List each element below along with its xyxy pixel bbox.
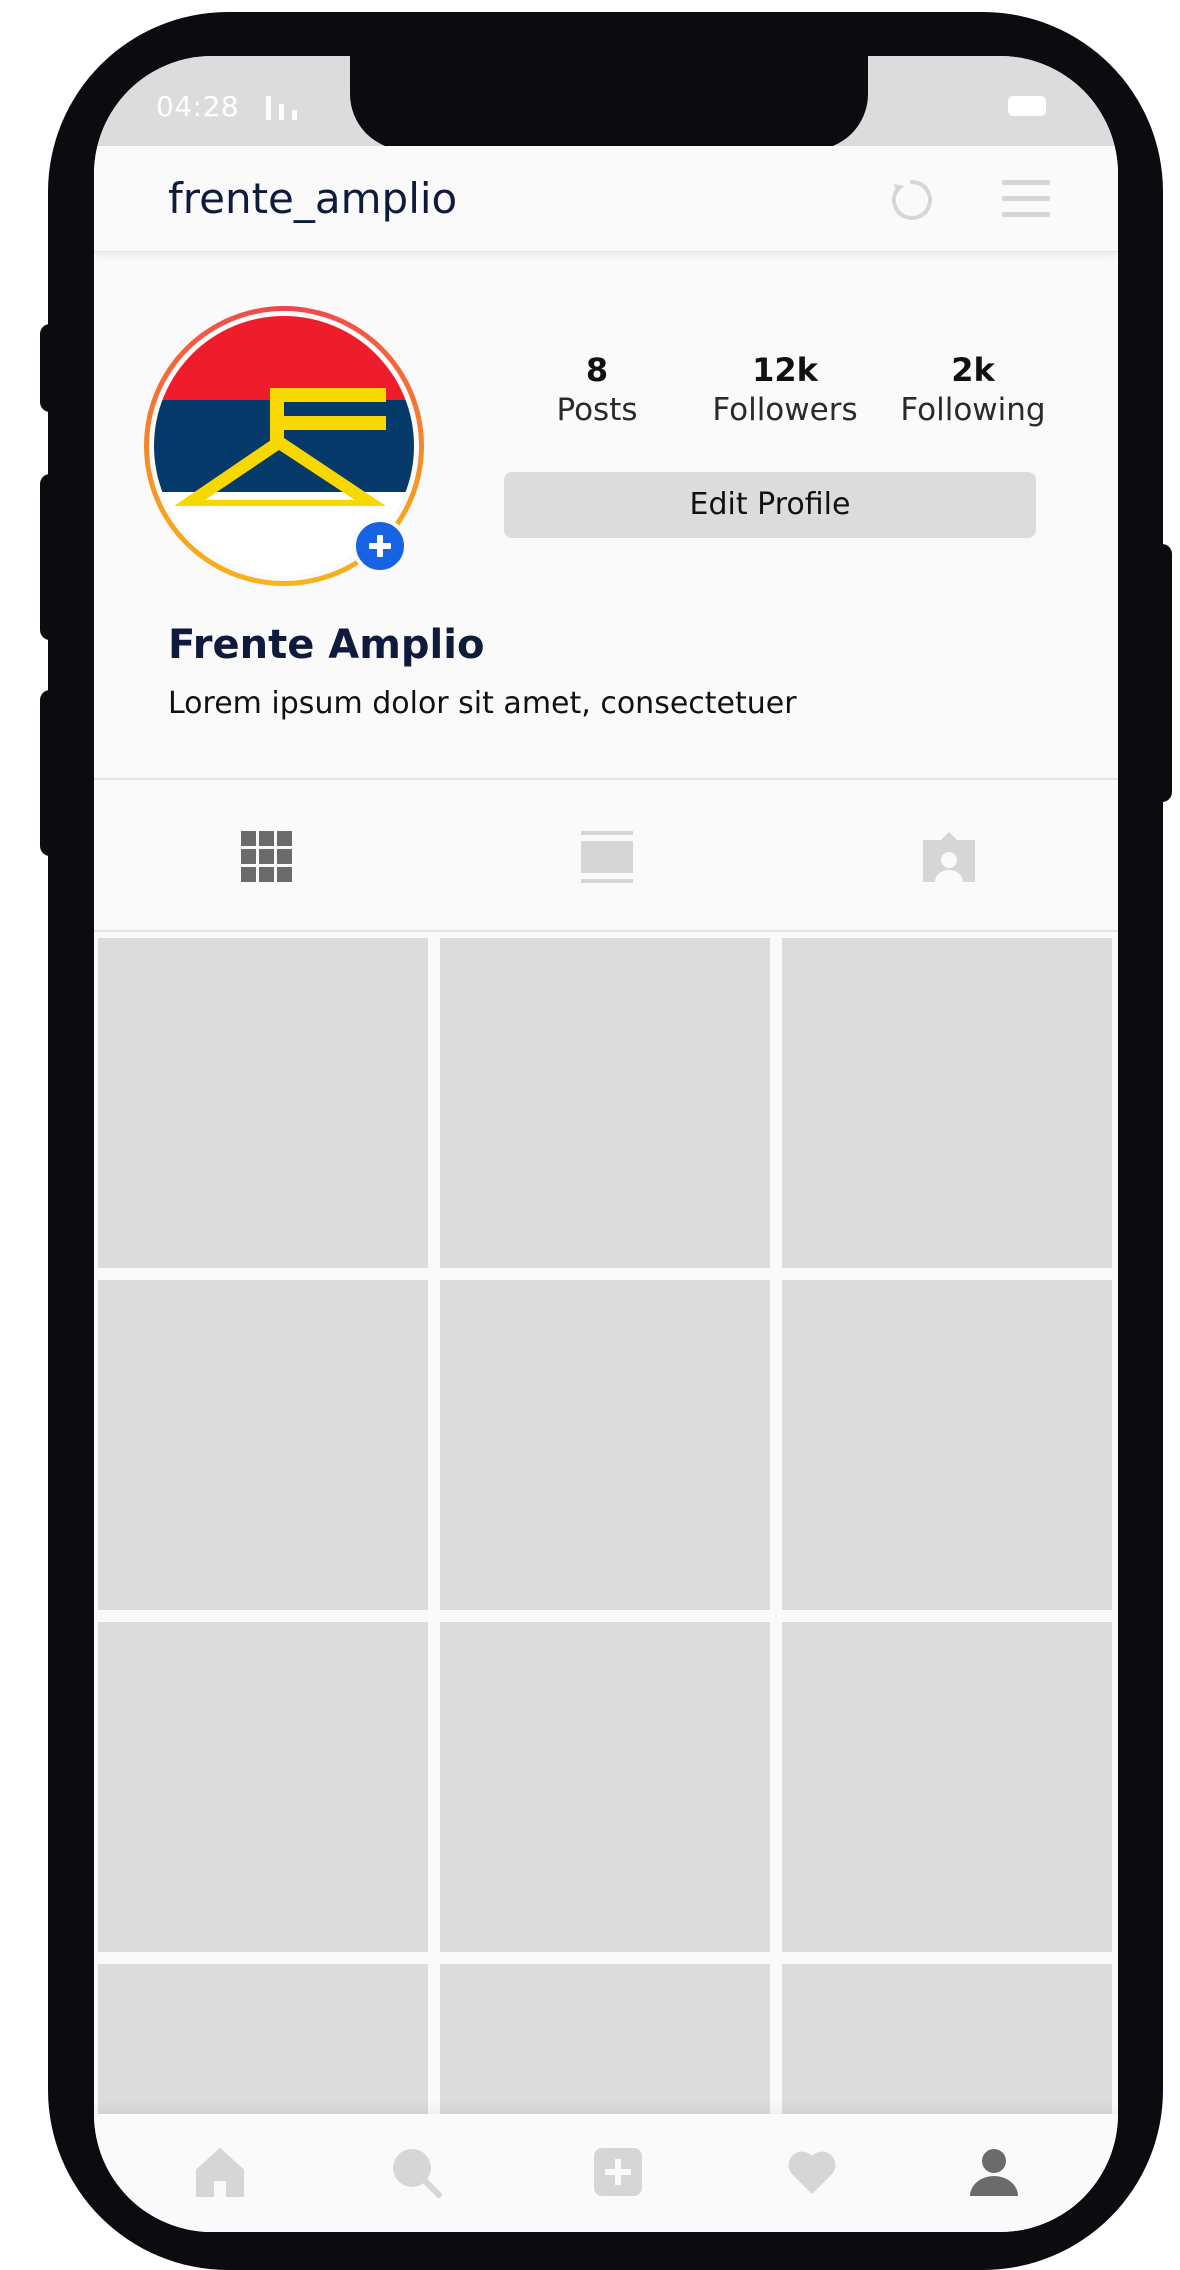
stat-followers[interactable]: 12k Followers [690, 350, 880, 430]
stat-value: 2k [951, 351, 995, 389]
edit-profile-button[interactable]: Edit Profile [504, 472, 1036, 538]
grid-post[interactable] [98, 1622, 428, 1952]
profile-icon[interactable] [968, 2146, 1020, 2198]
stat-label: Followers [712, 392, 858, 428]
status-time: 04:28 [156, 90, 240, 123]
plus-icon [369, 535, 391, 557]
grid-post[interactable] [440, 1622, 770, 1952]
grid-post[interactable] [440, 938, 770, 1268]
stat-value: 8 [585, 351, 609, 389]
grid-post[interactable] [440, 1280, 770, 1610]
grid-post[interactable] [782, 938, 1112, 1268]
tagged-person-icon[interactable] [922, 830, 976, 884]
grid-post[interactable] [782, 1280, 1112, 1610]
hamburger-menu-icon[interactable] [1002, 180, 1050, 218]
stat-posts[interactable]: 8 Posts [502, 350, 692, 430]
battery-icon [1008, 96, 1046, 116]
avatar[interactable] [144, 306, 424, 586]
stat-value: 12k [752, 351, 818, 389]
grid-post[interactable] [782, 1622, 1112, 1952]
stat-following[interactable]: 2k Following [878, 350, 1068, 430]
mute-switch [40, 324, 60, 412]
grid-post[interactable] [98, 938, 428, 1268]
signal-bars-icon [266, 96, 310, 120]
grid-post[interactable] [98, 1280, 428, 1610]
profile-stats: 8 Posts 12k Followers 2k Following [502, 350, 1072, 440]
profile-header: frente_amplio [94, 146, 1118, 252]
home-icon[interactable] [194, 2146, 246, 2198]
add-story-button[interactable] [352, 518, 408, 574]
username: frente_amplio [168, 174, 458, 223]
refresh-icon[interactable] [890, 178, 934, 222]
heart-icon[interactable] [786, 2146, 838, 2198]
stat-label: Following [900, 392, 1046, 428]
search-icon[interactable] [390, 2146, 442, 2198]
display-name: Frente Amplio [168, 622, 485, 668]
power-button [1150, 544, 1172, 802]
stat-label: Posts [556, 392, 638, 428]
volume-down-button [40, 690, 60, 856]
grid-icon[interactable] [240, 830, 294, 884]
bottom-nav [94, 2114, 1118, 2232]
profile-tabs [94, 778, 1118, 932]
bio: Lorem ipsum dolor sit amet, consectetuer [168, 686, 797, 721]
add-post-icon[interactable] [592, 2146, 644, 2198]
phone-screen: 04:28 frente_amplio 8 Posts 12k Follower… [94, 56, 1118, 2232]
feed-list-icon[interactable] [580, 830, 634, 884]
notch [350, 56, 868, 150]
volume-up-button [40, 474, 60, 640]
